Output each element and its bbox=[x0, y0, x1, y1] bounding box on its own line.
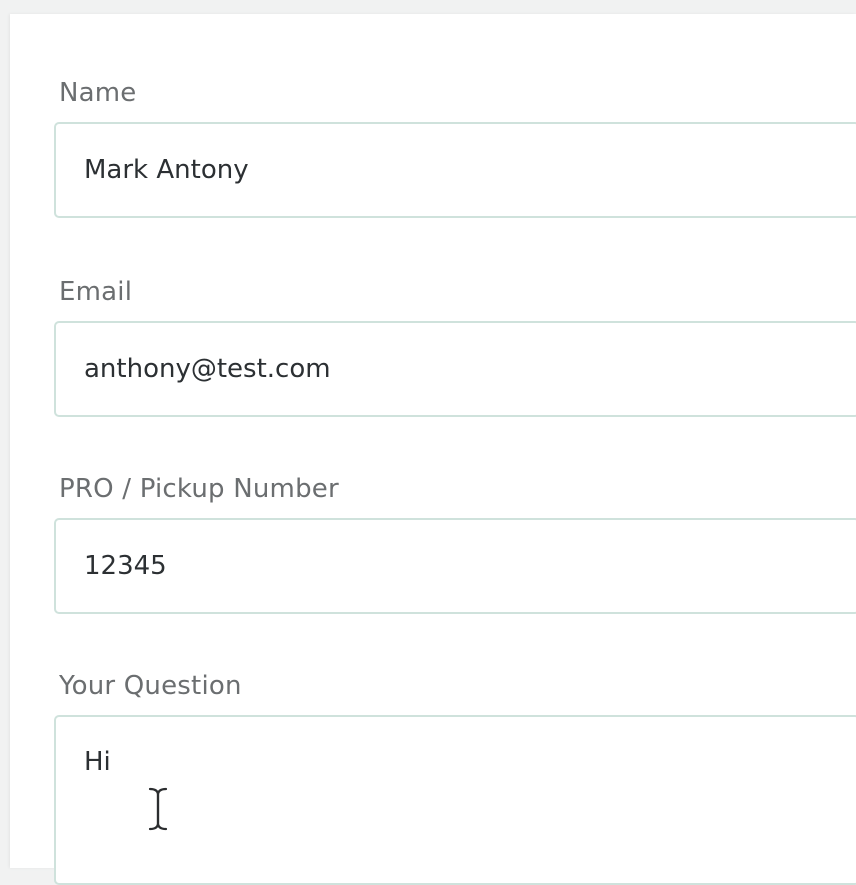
name-input[interactable]: Mark Antony bbox=[54, 122, 856, 218]
email-label: Email bbox=[59, 277, 133, 307]
name-label: Name bbox=[59, 78, 137, 108]
pro-pickup-number-label: PRO / Pickup Number bbox=[59, 474, 339, 504]
your-question-textarea[interactable]: Hi bbox=[54, 715, 856, 885]
pro-pickup-number-input[interactable]: 12345 bbox=[54, 518, 856, 614]
text-cursor-icon bbox=[147, 786, 169, 832]
email-input[interactable]: anthony@test.com bbox=[54, 321, 856, 417]
your-question-label: Your Question bbox=[59, 671, 242, 701]
